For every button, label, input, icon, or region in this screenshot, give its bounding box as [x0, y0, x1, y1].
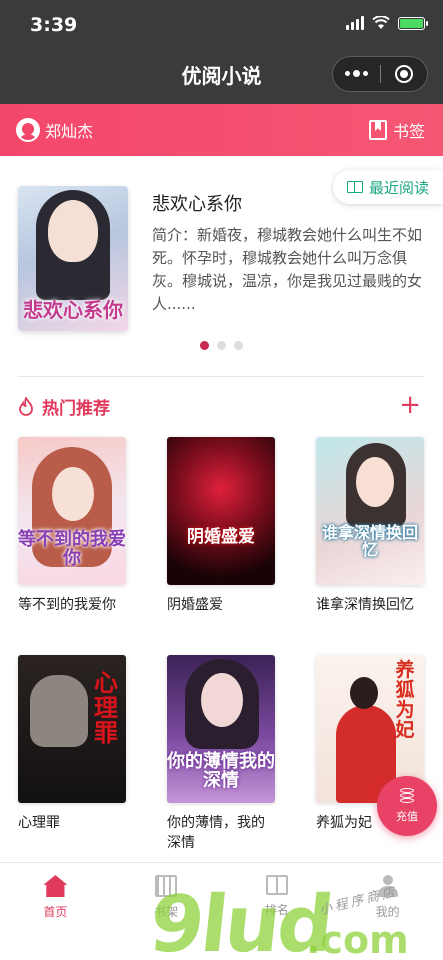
book-card[interactable]: 心理罪 心理罪 [18, 655, 126, 833]
carousel-dot[interactable] [217, 341, 226, 350]
signal-icon [346, 16, 364, 30]
target-icon [394, 65, 413, 83]
book-cover[interactable]: 你的薄情我的深情 [167, 655, 275, 803]
home-icon [43, 875, 68, 897]
more-button[interactable] [333, 57, 380, 91]
close-miniapp-button[interactable] [381, 57, 428, 91]
book-open-icon [346, 181, 363, 193]
recharge-label: 充值 [396, 810, 418, 823]
divider [18, 376, 425, 377]
book-cover[interactable]: 等不到的我爱你 [18, 437, 126, 585]
book-title[interactable]: 谁拿深情换回忆 [316, 595, 424, 615]
book-cover[interactable]: 心理罪 [18, 655, 126, 803]
featured-title[interactable]: 悲欢心系你 [152, 190, 242, 216]
status-time: 3:39 [30, 14, 78, 36]
wifi-icon [372, 16, 390, 29]
book-card[interactable]: 你的薄情我的深情 你的薄情，我的深情 [167, 655, 275, 853]
bookmark-icon [368, 120, 387, 140]
hot-section-header: 热门推荐 [18, 394, 110, 419]
more-books-button[interactable]: + [399, 392, 421, 418]
avatar [16, 118, 40, 142]
username: 郑灿杰 [45, 122, 94, 141]
book-card[interactable]: 谁拿深情换回忆 谁拿深情换回忆 [316, 437, 424, 615]
book-card[interactable]: 等不到的我爱你 等不到的我爱你 [18, 437, 126, 615]
watermark-suffix: .com [306, 918, 409, 960]
miniapp-capsule [332, 56, 428, 92]
book-card[interactable]: 阴婚盛爱 阴婚盛爱 [167, 437, 275, 615]
user-profile[interactable]: 郑灿杰 [16, 118, 93, 142]
book-title[interactable]: 等不到的我爱你 [18, 595, 126, 615]
coins-icon [395, 788, 419, 806]
book-title[interactable]: 阴婚盛爱 [167, 595, 275, 615]
bookmark-button[interactable]: 书签 [368, 118, 425, 142]
carousel-indicator [0, 341, 443, 350]
book-cover[interactable]: 谁拿深情换回忆 [316, 437, 424, 585]
featured-banner[interactable]: 悲欢心系你 悲欢心系你 简介：新婚夜，穆城教会她什么叫生不如死。怀孕时，穆城教会… [0, 156, 443, 378]
book-title[interactable]: 你的薄情，我的深情 [167, 813, 275, 853]
book-title[interactable]: 心理罪 [18, 813, 126, 833]
recent-reading-button[interactable]: 最近阅读 [332, 170, 443, 204]
featured-description: 简介：新婚夜，穆城教会她什么叫生不如死。怀孕时，穆城教会她什么叫万念俱灰。穆城说… [152, 226, 423, 313]
carousel-dot[interactable] [200, 341, 209, 350]
hot-section-title: 热门推荐 [42, 399, 110, 419]
user-bar: 郑灿杰 书签 [0, 104, 443, 156]
bookmark-label: 书签 [392, 122, 425, 141]
recharge-button[interactable]: 充值 [377, 776, 437, 836]
carousel-dot[interactable] [234, 341, 243, 350]
tab-home[interactable]: 首页 [0, 863, 111, 960]
book-cover[interactable]: 阴婚盛爱 [167, 437, 275, 585]
status-indicators [346, 16, 428, 30]
flame-icon [18, 396, 34, 417]
featured-cover[interactable]: 悲欢心系你 [18, 186, 128, 331]
more-dots-icon [344, 70, 368, 77]
recent-reading-label: 最近阅读 [368, 178, 429, 197]
battery-icon [398, 16, 428, 30]
top-bar: 3:39 优阅小说 [0, 0, 443, 104]
tab-label: 首页 [43, 905, 68, 919]
featured-cover-title: 悲欢心系你 [23, 298, 123, 322]
